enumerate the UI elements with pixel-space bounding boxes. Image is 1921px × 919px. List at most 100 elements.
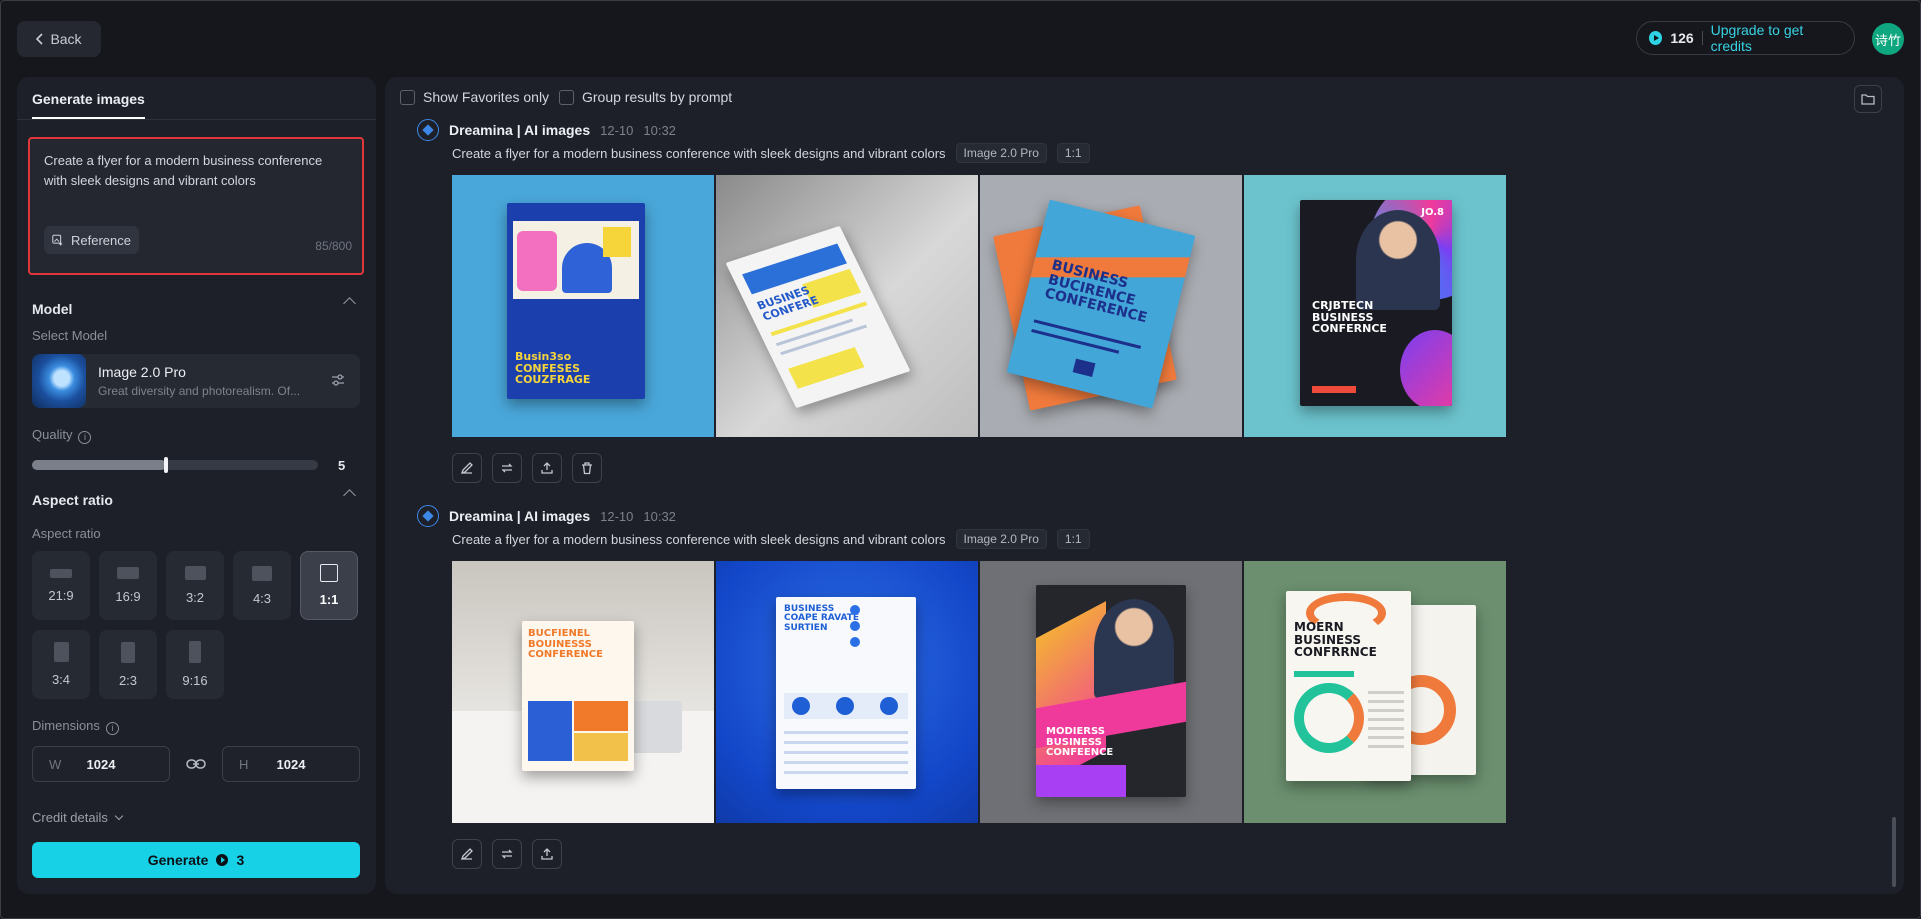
flyer-shape: [528, 701, 572, 761]
result-date: 12-10: [600, 122, 634, 138]
credit-details-toggle[interactable]: Credit details: [32, 810, 124, 825]
reference-button[interactable]: Reference: [44, 226, 139, 254]
flyer-text: BUSINESS COAPE RAVATE SURTIEN: [784, 604, 860, 633]
flyer-shape: [850, 637, 860, 647]
checkbox[interactable]: [559, 89, 574, 105]
flyer-text: BUCFIENEL BOUINESSS CONFERENCE: [528, 628, 603, 660]
sliders-icon[interactable]: [330, 372, 346, 388]
share-button[interactable]: [532, 839, 562, 869]
aspect-section-title: Aspect ratio: [32, 492, 113, 508]
flyer-shape: [1368, 691, 1404, 751]
flyer-shape: [1094, 599, 1174, 699]
prompt-input[interactable]: Create a flyer for a modern business con…: [28, 137, 364, 275]
generated-image[interactable]: BUSINESS BUCIRENCE CONFERENCE: [980, 175, 1242, 437]
width-value[interactable]: 1024: [33, 757, 169, 772]
image-grid: BUCFIENEL BOUINESSS CONFERENCE BUSINESS …: [452, 561, 1506, 823]
height-value[interactable]: 1024: [223, 757, 359, 772]
result-prompt[interactable]: Create a flyer for a modern business con…: [452, 146, 946, 161]
folder-button[interactable]: [1854, 85, 1882, 113]
ratio-label: 3:4: [51, 672, 71, 687]
generated-image[interactable]: MODIERSS BUSINESS CONFEENCE: [980, 561, 1242, 823]
result-prompt-row: Create a flyer for a modern business con…: [452, 529, 1090, 549]
model-selector[interactable]: Image 2.0 Pro Great diversity and photor…: [32, 354, 360, 408]
dreamina-logo-icon: [417, 505, 439, 527]
model-thumbnail: [32, 354, 86, 408]
chevron-up-icon[interactable]: [343, 297, 356, 310]
group-by-prompt-toggle[interactable]: Group results by prompt: [559, 89, 732, 105]
dreamina-logo-icon: [417, 119, 439, 141]
result-source: Dreamina | AI images: [449, 122, 591, 138]
flyer-art: MOERN BUSINESS CONFRRNCE: [1286, 591, 1411, 781]
ratio-shape-icon: [252, 565, 272, 581]
width-field[interactable]: W 1024: [32, 746, 170, 782]
divider: [1701, 31, 1703, 45]
regenerate-button[interactable]: [492, 839, 522, 869]
group-by-prompt-label: Group results by prompt: [582, 89, 733, 105]
scrollbar[interactable]: [1892, 817, 1896, 887]
prompt-text[interactable]: Create a flyer for a modern business con…: [44, 151, 344, 191]
generated-image[interactable]: MOERN BUSINESS CONFRRNCE: [1244, 561, 1506, 823]
aspect-ratio-label: Aspect ratio: [32, 526, 101, 541]
flyer-text: MODIERSS BUSINESS CONFEENCE: [1046, 726, 1114, 758]
chevron-up-icon[interactable]: [343, 489, 356, 502]
model-tag: Image 2.0 Pro: [955, 529, 1047, 549]
quality-slider-handle[interactable]: [164, 457, 169, 473]
ratio-label: 1:1: [319, 592, 339, 607]
show-favorites-toggle[interactable]: Show Favorites only: [400, 89, 549, 105]
flyer-shape: [574, 733, 628, 761]
info-icon[interactable]: i: [78, 431, 92, 444]
image-add-icon: [52, 234, 63, 246]
ratio-21-9[interactable]: 21:9: [32, 551, 90, 620]
result-source: Dreamina | AI images: [449, 508, 591, 524]
generated-image[interactable]: BUCFIENEL BOUINESSS CONFERENCE: [452, 561, 714, 823]
generated-image[interactable]: BUSINES CONFERE: [716, 175, 978, 437]
quality-slider[interactable]: [32, 457, 318, 473]
back-label: Back: [50, 31, 82, 47]
flyer-art: BUCFIENEL BOUINESSS CONFERENCE: [522, 621, 634, 771]
ratio-label: 2:3: [118, 672, 138, 688]
ratio-16-9[interactable]: 16:9: [99, 551, 157, 620]
tab-generate-images[interactable]: Generate images: [32, 91, 145, 119]
char-count: 85/800: [315, 239, 352, 253]
flyer-shape: [1294, 671, 1354, 677]
ratio-2-3[interactable]: 2:3: [99, 630, 157, 699]
flyer-shape: [850, 605, 860, 615]
ratio-3-2[interactable]: 3:2: [166, 551, 224, 620]
ratio-1-1[interactable]: 1:1: [300, 551, 358, 620]
flyer-shape: [603, 227, 631, 257]
show-favorites-label: Show Favorites only: [423, 89, 550, 105]
generate-button[interactable]: Generate 3: [32, 842, 360, 878]
ratio-3-4[interactable]: 3:4: [32, 630, 90, 699]
ratio-9-16[interactable]: 9:16: [166, 630, 224, 699]
height-field[interactable]: H 1024: [222, 746, 360, 782]
result-prompt[interactable]: Create a flyer for a modern business con…: [452, 532, 946, 547]
generated-image[interactable]: Busin3so CONFESES COUZFRAGE: [452, 175, 714, 437]
quality-value: 5: [338, 458, 346, 473]
folder-icon: [1861, 94, 1875, 105]
result-header: Dreamina | AI images 12-10 10:32: [417, 505, 676, 527]
model-section-title: Model: [32, 301, 73, 317]
generate-cost: 3: [236, 852, 245, 868]
edit-button[interactable]: [452, 453, 482, 483]
info-icon[interactable]: i: [105, 722, 119, 735]
result-prompt-row: Create a flyer for a modern business con…: [452, 143, 1090, 163]
flyer-shape: [1312, 386, 1356, 393]
quality-label: Quality: [32, 427, 73, 442]
checkbox[interactable]: [400, 89, 415, 105]
generated-image[interactable]: JO.8 CRJBTECN BUSINESS CONFERNCE: [1244, 175, 1506, 437]
ratio-label: 9:16: [182, 673, 208, 688]
avatar[interactable]: 诗竹: [1872, 23, 1904, 55]
flyer-text: MOERN BUSINESS CONFRRNCE: [1294, 620, 1377, 660]
regenerate-button[interactable]: [492, 453, 522, 483]
ratio-4-3[interactable]: 4:3: [233, 551, 291, 620]
upgrade-link[interactable]: Upgrade to get credits: [1711, 22, 1842, 54]
share-button[interactable]: [532, 453, 562, 483]
flyer-shape: [880, 697, 898, 715]
back-button[interactable]: Back: [17, 21, 101, 57]
edit-button[interactable]: [452, 839, 482, 869]
credit-coin-icon: [1649, 31, 1663, 45]
link-icon[interactable]: [186, 755, 206, 773]
delete-button[interactable]: [572, 453, 602, 483]
generated-image[interactable]: BUSINESS COAPE RAVATE SURTIEN: [716, 561, 978, 823]
credits-pill[interactable]: 126 Upgrade to get credits: [1636, 21, 1855, 55]
